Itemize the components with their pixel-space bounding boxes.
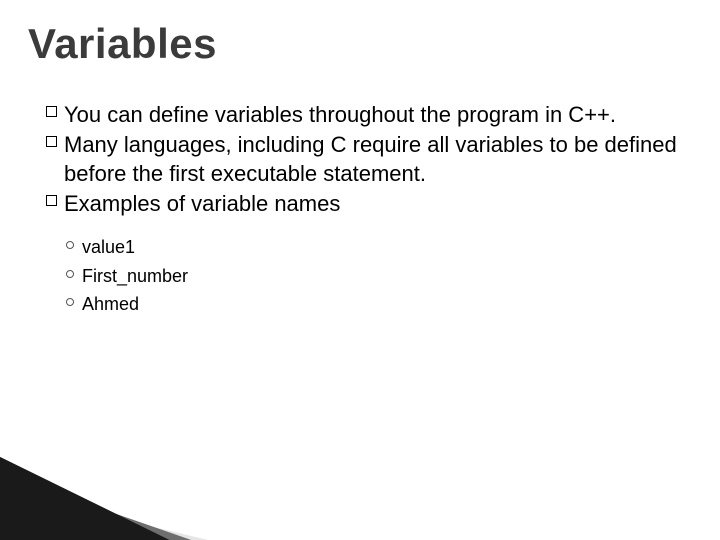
sub-list: value1 First_number Ahmed bbox=[66, 233, 680, 319]
sub-item: First_number bbox=[66, 262, 680, 291]
circle-bullet-icon bbox=[66, 241, 74, 249]
bullet-text: Examples of variable names bbox=[64, 191, 340, 216]
bullet-item: Examples of variable names bbox=[46, 189, 680, 219]
square-bullet-icon bbox=[46, 195, 57, 206]
bullet-item: You can define variables throughout the … bbox=[46, 100, 680, 130]
bullet-text: You can define variables throughout the … bbox=[64, 102, 616, 127]
sub-item: value1 bbox=[66, 233, 680, 262]
slide-title: Variables bbox=[28, 20, 217, 68]
sub-item-text: Ahmed bbox=[82, 294, 139, 314]
sub-item-text: value1 bbox=[82, 237, 135, 257]
sub-item: Ahmed bbox=[66, 290, 680, 319]
circle-bullet-icon bbox=[66, 270, 74, 278]
slide-body: You can define variables throughout the … bbox=[46, 100, 680, 319]
square-bullet-icon bbox=[46, 106, 57, 117]
circle-bullet-icon bbox=[66, 298, 74, 306]
bullet-item: Many languages, including C require all … bbox=[46, 130, 680, 189]
sub-item-text: First_number bbox=[82, 266, 188, 286]
corner-decoration-icon bbox=[0, 430, 250, 540]
slide: Variables You can define variables throu… bbox=[0, 0, 720, 540]
bullet-text: Many languages, including C require all … bbox=[64, 132, 677, 187]
square-bullet-icon bbox=[46, 136, 57, 147]
